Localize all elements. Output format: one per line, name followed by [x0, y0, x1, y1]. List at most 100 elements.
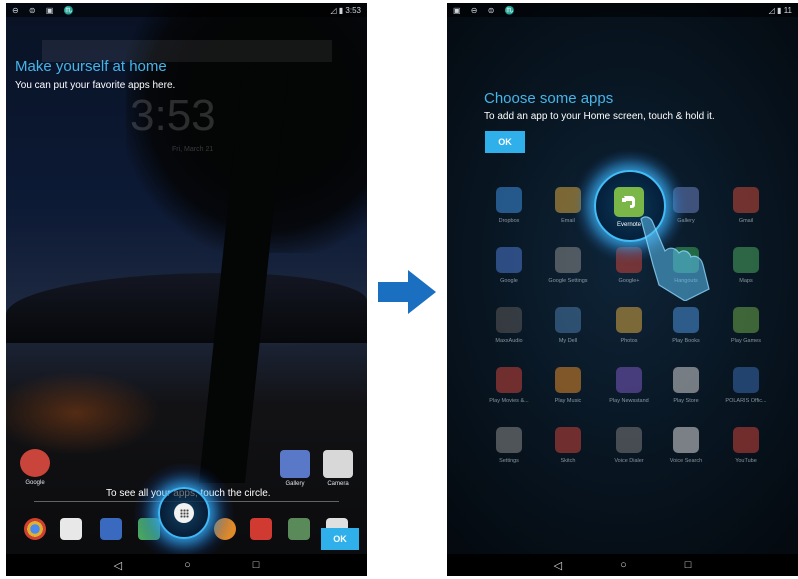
app-icon [555, 307, 581, 333]
app-icon [496, 247, 522, 273]
app-icon [673, 307, 699, 333]
app-icon [733, 187, 759, 213]
app-label: Google Settings [548, 278, 588, 284]
app-dropbox[interactable]: Dropbox [479, 187, 539, 224]
home-icon[interactable]: ○ [620, 559, 627, 571]
app-icon [616, 367, 642, 393]
app-label: Play Games [731, 338, 761, 344]
wallpaper-hills [6, 273, 367, 343]
app-icon [555, 367, 581, 393]
app-icon [673, 427, 699, 453]
date-widget: Fri, March 21 [172, 146, 214, 153]
tutorial-title: Choose some apps [484, 90, 614, 107]
home-app-label-gallery: Gallery [285, 481, 305, 487]
youtube-icon[interactable] [250, 518, 272, 540]
app-label: Play Store [673, 398, 699, 404]
back-icon[interactable]: ◁ [114, 559, 122, 572]
app-label: My Dell [558, 338, 578, 344]
app-voice-search[interactable]: Voice Search [656, 427, 716, 464]
app-polaris-offic[interactable]: POLARIS Offic... [716, 367, 776, 404]
app-voice-dialer[interactable]: Voice Dialer [599, 427, 659, 464]
app-skitch[interactable]: Skitch [538, 427, 598, 464]
app-label: Maps [739, 278, 753, 284]
app-label: Settings [499, 458, 519, 464]
status-notification-icons: ⊖ ⊜ ▣ ♏ [12, 5, 78, 15]
evernote-elephant-icon [622, 196, 635, 208]
gmail-icon[interactable] [60, 518, 82, 540]
navigation-bar: ◁ ○ □ [6, 554, 367, 576]
app-photos[interactable]: Photos [599, 307, 659, 344]
app-icon [733, 247, 759, 273]
app-icon [496, 427, 522, 453]
app-icon [496, 187, 522, 213]
app-my-dell[interactable]: My Dell [538, 307, 598, 344]
app-icon [733, 307, 759, 333]
app-play-games[interactable]: Play Games [716, 307, 776, 344]
app-play-books[interactable]: Play Books [656, 307, 716, 344]
tutorial-subtitle: To add an app to your Home screen, touch… [484, 111, 715, 122]
app-play-store[interactable]: Play Store [656, 367, 716, 404]
status-bar: ⊖ ⊜ ▣ ♏ ◿ ▮ 3:53 [6, 3, 367, 17]
app-gmail[interactable]: Gmail [716, 187, 776, 224]
app-icon [733, 427, 759, 453]
navigation-bar: ◁ ○ □ [447, 554, 798, 576]
app-google[interactable]: Google [479, 247, 539, 284]
app-youtube[interactable]: YouTube [716, 427, 776, 464]
status-time: 3:53 [345, 5, 361, 15]
app-icon [555, 247, 581, 273]
status-right: ◿ ▮ 11 [769, 6, 792, 15]
gallery-icon[interactable] [280, 450, 310, 478]
tutorial-figure: ⊖ ⊜ ▣ ♏ ◿ ▮ 3:53 3:53 Fri, March 21 Make… [0, 0, 798, 579]
signal-battery-icons: ◿ ▮ [330, 5, 344, 15]
status-time: 11 [783, 5, 792, 15]
app-label: Voice Dialer [614, 458, 644, 464]
app-drawer-screen: ▣ ⊖ ⊜ ♏ ◿ ▮ 11 Choose some apps To add a… [447, 3, 798, 576]
app-label: YouTube [735, 458, 757, 464]
camera-icon[interactable] [323, 450, 353, 478]
home-app-label-google: Google [25, 480, 45, 486]
app-maxxaudio[interactable]: MaxxAudio [479, 307, 539, 344]
app-settings[interactable]: Settings [479, 427, 539, 464]
home-app-label-camera: Camera [327, 481, 349, 487]
hangouts-icon[interactable] [288, 518, 310, 540]
app-play-newsstand[interactable]: Play Newsstand [599, 367, 659, 404]
calendar-icon[interactable] [100, 518, 122, 540]
touch-hand-icon [640, 216, 710, 301]
app-play-music[interactable]: Play Music [538, 367, 598, 404]
app-label: POLARIS Offic... [725, 398, 767, 404]
app-label: Photos [620, 338, 638, 344]
app-play-movies[interactable]: Play Movies &... [479, 367, 539, 404]
status-right: ◿ ▮ 3:53 [330, 6, 361, 15]
ok-button[interactable]: OK [485, 131, 525, 153]
status-notification-icons: ▣ ⊖ ⊜ ♏ [453, 5, 519, 15]
app-icon [616, 427, 642, 453]
ok-button[interactable]: OK [321, 528, 359, 550]
signal-battery-icons: ◿ ▮ [768, 5, 782, 15]
app-maps[interactable]: Maps [716, 247, 776, 284]
recent-apps-icon[interactable]: □ [253, 559, 260, 571]
app-label: Skitch [560, 458, 576, 464]
app-icon [673, 367, 699, 393]
recent-apps-icon[interactable]: □ [685, 559, 692, 571]
app-google-settings[interactable]: Google Settings [538, 247, 598, 284]
all-apps-button[interactable] [174, 503, 194, 523]
app-icon [616, 307, 642, 333]
clock-widget: 3:53 [130, 91, 216, 140]
app-grid-icon [179, 508, 189, 518]
app-label: Play Music [554, 398, 582, 404]
back-icon[interactable]: ◁ [554, 559, 562, 572]
app-icon [733, 367, 759, 393]
app-icon [496, 367, 522, 393]
home-screen: ⊖ ⊜ ▣ ♏ ◿ ▮ 3:53 3:53 Fri, March 21 Make… [6, 3, 367, 576]
right-arrow-icon [378, 270, 436, 314]
google-plus-icon[interactable] [20, 449, 50, 477]
app-label: Google [500, 278, 518, 284]
status-bar: ▣ ⊖ ⊜ ♏ ◿ ▮ 11 [447, 3, 798, 17]
app-icon [555, 427, 581, 453]
chrome-icon[interactable] [24, 518, 46, 540]
tutorial-title: Make yourself at home [15, 58, 167, 75]
home-icon[interactable]: ○ [184, 559, 191, 571]
app-label: Play Movies &... [489, 398, 529, 404]
app-label: Play Books [672, 338, 700, 344]
app-label: Play Newsstand [609, 398, 649, 404]
